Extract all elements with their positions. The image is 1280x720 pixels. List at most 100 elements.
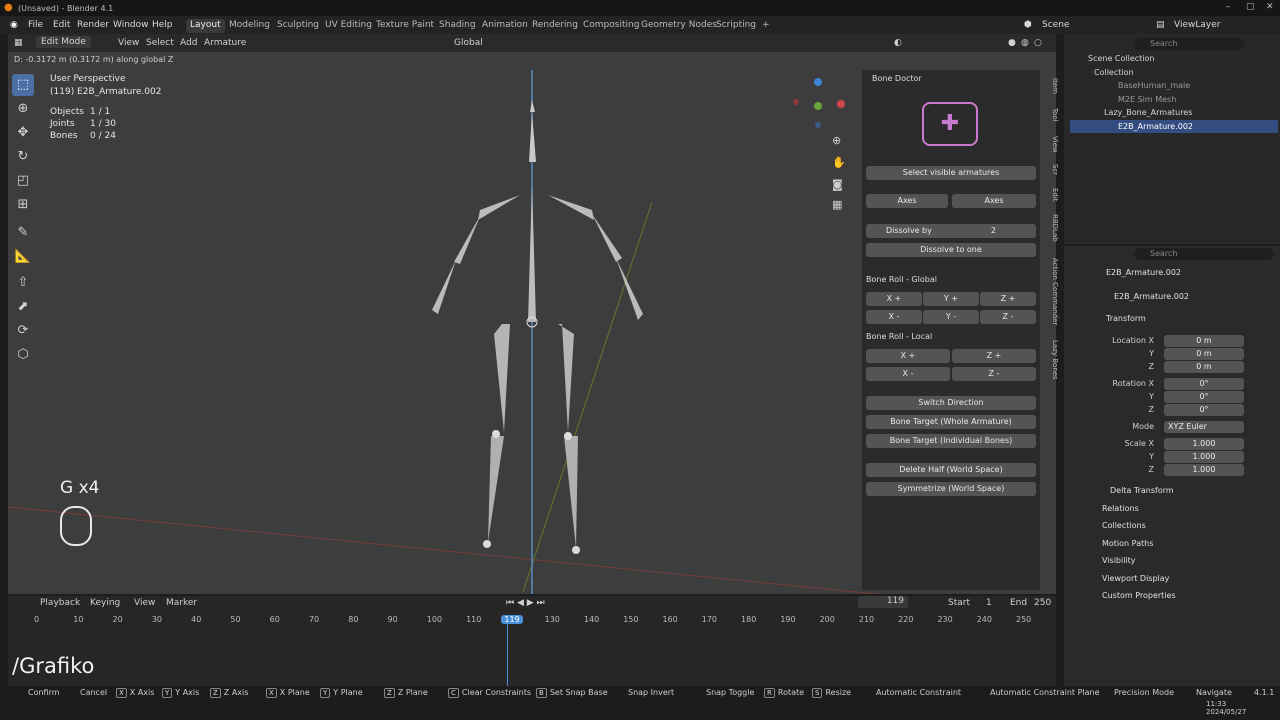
minimize-icon[interactable]: – (1226, 2, 1231, 12)
envelope-tool-icon[interactable]: ⬡ (12, 344, 34, 366)
grid-icon[interactable]: ▦ (832, 198, 842, 211)
tab-rendering[interactable]: Rendering (528, 19, 582, 33)
outliner-search-field[interactable]: Search (1134, 38, 1244, 50)
scale-z-field[interactable]: 1.000 (1164, 464, 1244, 476)
properties-object-field[interactable]: E2B_Armature.002 (1114, 292, 1189, 301)
editor-type-icon[interactable]: ▦ (14, 38, 23, 48)
blender-menu-icon[interactable]: ◉ (10, 20, 18, 30)
menu-window[interactable]: Window (113, 20, 149, 30)
timeline-marker-menu[interactable]: Marker (166, 598, 197, 608)
shading-rendered-icon[interactable]: ○ (1034, 38, 1042, 48)
side-tab-scr[interactable]: Scr (1047, 164, 1059, 175)
tab-modeling[interactable]: Modeling (225, 19, 274, 33)
symmetrize-button[interactable]: Symmetrize (World Space) (866, 482, 1036, 496)
tab-scripting[interactable]: Scripting (712, 19, 760, 33)
menu-view[interactable]: View (118, 38, 139, 48)
outliner-basehuman[interactable]: BaseHuman_male (1118, 81, 1190, 90)
roll-global-y-plus[interactable]: Y + (923, 292, 979, 306)
current-frame-field[interactable]: 119 (858, 596, 908, 608)
location-z-field[interactable]: 0 m (1164, 361, 1244, 373)
roll-local-x-minus[interactable]: X - (866, 367, 950, 381)
roll-global-z-minus[interactable]: Z - (980, 310, 1036, 324)
playhead-line[interactable] (507, 618, 508, 686)
timeline-keying-menu[interactable]: Keying (90, 598, 120, 608)
bone-size-tool-icon[interactable]: ⬈ (12, 296, 34, 318)
bone-target-whole-button[interactable]: Bone Target (Whole Armature) (866, 415, 1036, 429)
shading-material-icon[interactable]: ◍ (1021, 38, 1029, 48)
rotate-tool-icon[interactable]: ↻ (12, 146, 34, 168)
menu-select[interactable]: Select (146, 38, 174, 48)
scene-name[interactable]: Scene (1042, 20, 1069, 30)
menu-add[interactable]: Add (180, 38, 197, 48)
delete-half-button[interactable]: Delete Half (World Space) (866, 463, 1036, 477)
pan-hand-icon[interactable]: ✋ (832, 156, 846, 169)
location-y-field[interactable]: 0 m (1164, 348, 1244, 360)
tab-texture-paint[interactable]: Texture Paint (372, 19, 438, 33)
maximize-icon[interactable]: ▢ (1246, 2, 1255, 12)
menu-help[interactable]: Help (152, 20, 173, 30)
tab-compositing[interactable]: Compositing (579, 19, 643, 33)
relations-section[interactable]: Relations (1102, 504, 1139, 513)
select-visible-armatures-button[interactable]: Select visible armatures (866, 166, 1036, 180)
tab-shading[interactable]: Shading (435, 19, 480, 33)
rotation-z-field[interactable]: 0° (1164, 404, 1244, 416)
outliner-e2b-armature[interactable]: E2B_Armature.002 (1118, 122, 1193, 131)
outliner-lazy-bone-armatures[interactable]: Lazy_Bone_Armatures (1104, 108, 1192, 117)
roll-global-z-plus[interactable]: Z + (980, 292, 1036, 306)
view-layer-name[interactable]: ViewLayer (1174, 20, 1220, 30)
custom-properties-section[interactable]: Custom Properties (1102, 591, 1176, 600)
measure-tool-icon[interactable]: 📐 (12, 246, 34, 268)
shading-solid-icon[interactable]: ● (1008, 38, 1016, 48)
tab-sculpting[interactable]: Sculpting (273, 19, 323, 33)
side-tab-lazy-bones[interactable]: Lazy Bones (1047, 340, 1059, 380)
move-tool-icon[interactable]: ✥ (12, 122, 34, 144)
collections-section[interactable]: Collections (1102, 521, 1146, 530)
axes-toggle-1[interactable]: Axes (866, 194, 948, 208)
roll-local-z-minus[interactable]: Z - (952, 367, 1036, 381)
side-tab-tool[interactable]: Tool (1047, 108, 1059, 122)
axes-toggle-2[interactable]: Axes (952, 194, 1036, 208)
tab-layout[interactable]: Layout (186, 19, 225, 33)
side-tab-edit[interactable]: Edit (1047, 188, 1059, 202)
orientation-dropdown[interactable]: Global (454, 38, 483, 48)
tab-animation[interactable]: Animation (478, 19, 532, 33)
roll-global-y-minus[interactable]: Y - (923, 310, 979, 324)
visibility-section[interactable]: Visibility (1102, 556, 1136, 565)
timeline-playback-menu[interactable]: Playback (40, 598, 80, 608)
mode-dropdown[interactable]: Edit Mode (36, 36, 91, 48)
rotation-x-field[interactable]: 0° (1164, 378, 1244, 390)
timeline-view-menu[interactable]: View (134, 598, 155, 608)
dissolve-to-one-button[interactable]: Dissolve to one (866, 243, 1036, 257)
annotate-tool-icon[interactable]: ✎ (12, 222, 34, 244)
roll-local-z-plus[interactable]: Z + (952, 349, 1036, 363)
roll-tool-icon[interactable]: ⟳ (12, 320, 34, 342)
extrude-tool-icon[interactable]: ⇧ (12, 272, 34, 294)
motion-paths-section[interactable]: Motion Paths (1102, 539, 1153, 548)
scale-y-field[interactable]: 1.000 (1164, 451, 1244, 463)
playback-controls-icon[interactable]: ⏮ ◀ ▶ ⏭ (506, 598, 545, 608)
rotation-mode-dropdown[interactable]: XYZ Euler (1164, 421, 1244, 433)
transform-tool-icon[interactable]: ⊞ (12, 194, 34, 216)
scale-x-field[interactable]: 1.000 (1164, 438, 1244, 450)
delta-transform-section[interactable]: Delta Transform (1110, 486, 1174, 495)
side-tab-view[interactable]: View (1047, 136, 1059, 153)
outliner-collection[interactable]: Collection (1094, 68, 1134, 77)
location-x-field[interactable]: 0 m (1164, 335, 1244, 347)
viewport-display-section[interactable]: Viewport Display (1102, 574, 1169, 583)
tab-uv-editing[interactable]: UV Editing (321, 19, 376, 33)
roll-global-x-plus[interactable]: X + (866, 292, 922, 306)
add-workspace-icon[interactable]: + (758, 19, 774, 33)
outliner-sim-mesh[interactable]: M2E Sim Mesh (1118, 95, 1176, 104)
zoom-icon[interactable]: ⊕ (832, 134, 841, 147)
side-tab-item[interactable]: Item (1047, 78, 1059, 94)
start-frame-field[interactable]: 1 (986, 598, 992, 608)
tab-geometry-nodes[interactable]: Geometry Nodes (637, 19, 721, 33)
roll-global-x-minus[interactable]: X - (866, 310, 922, 324)
side-tab-action-commander[interactable]: Action Commander (1047, 258, 1059, 325)
view-icon[interactable]: ◐ (894, 38, 902, 48)
dissolve-by-field[interactable]: Dissolve by 2 (866, 224, 1036, 238)
bone-target-individual-button[interactable]: Bone Target (Individual Bones) (866, 434, 1036, 448)
outliner-scene-collection[interactable]: Scene Collection (1088, 54, 1155, 63)
menu-edit[interactable]: Edit (53, 20, 70, 30)
menu-armature[interactable]: Armature (204, 38, 246, 48)
